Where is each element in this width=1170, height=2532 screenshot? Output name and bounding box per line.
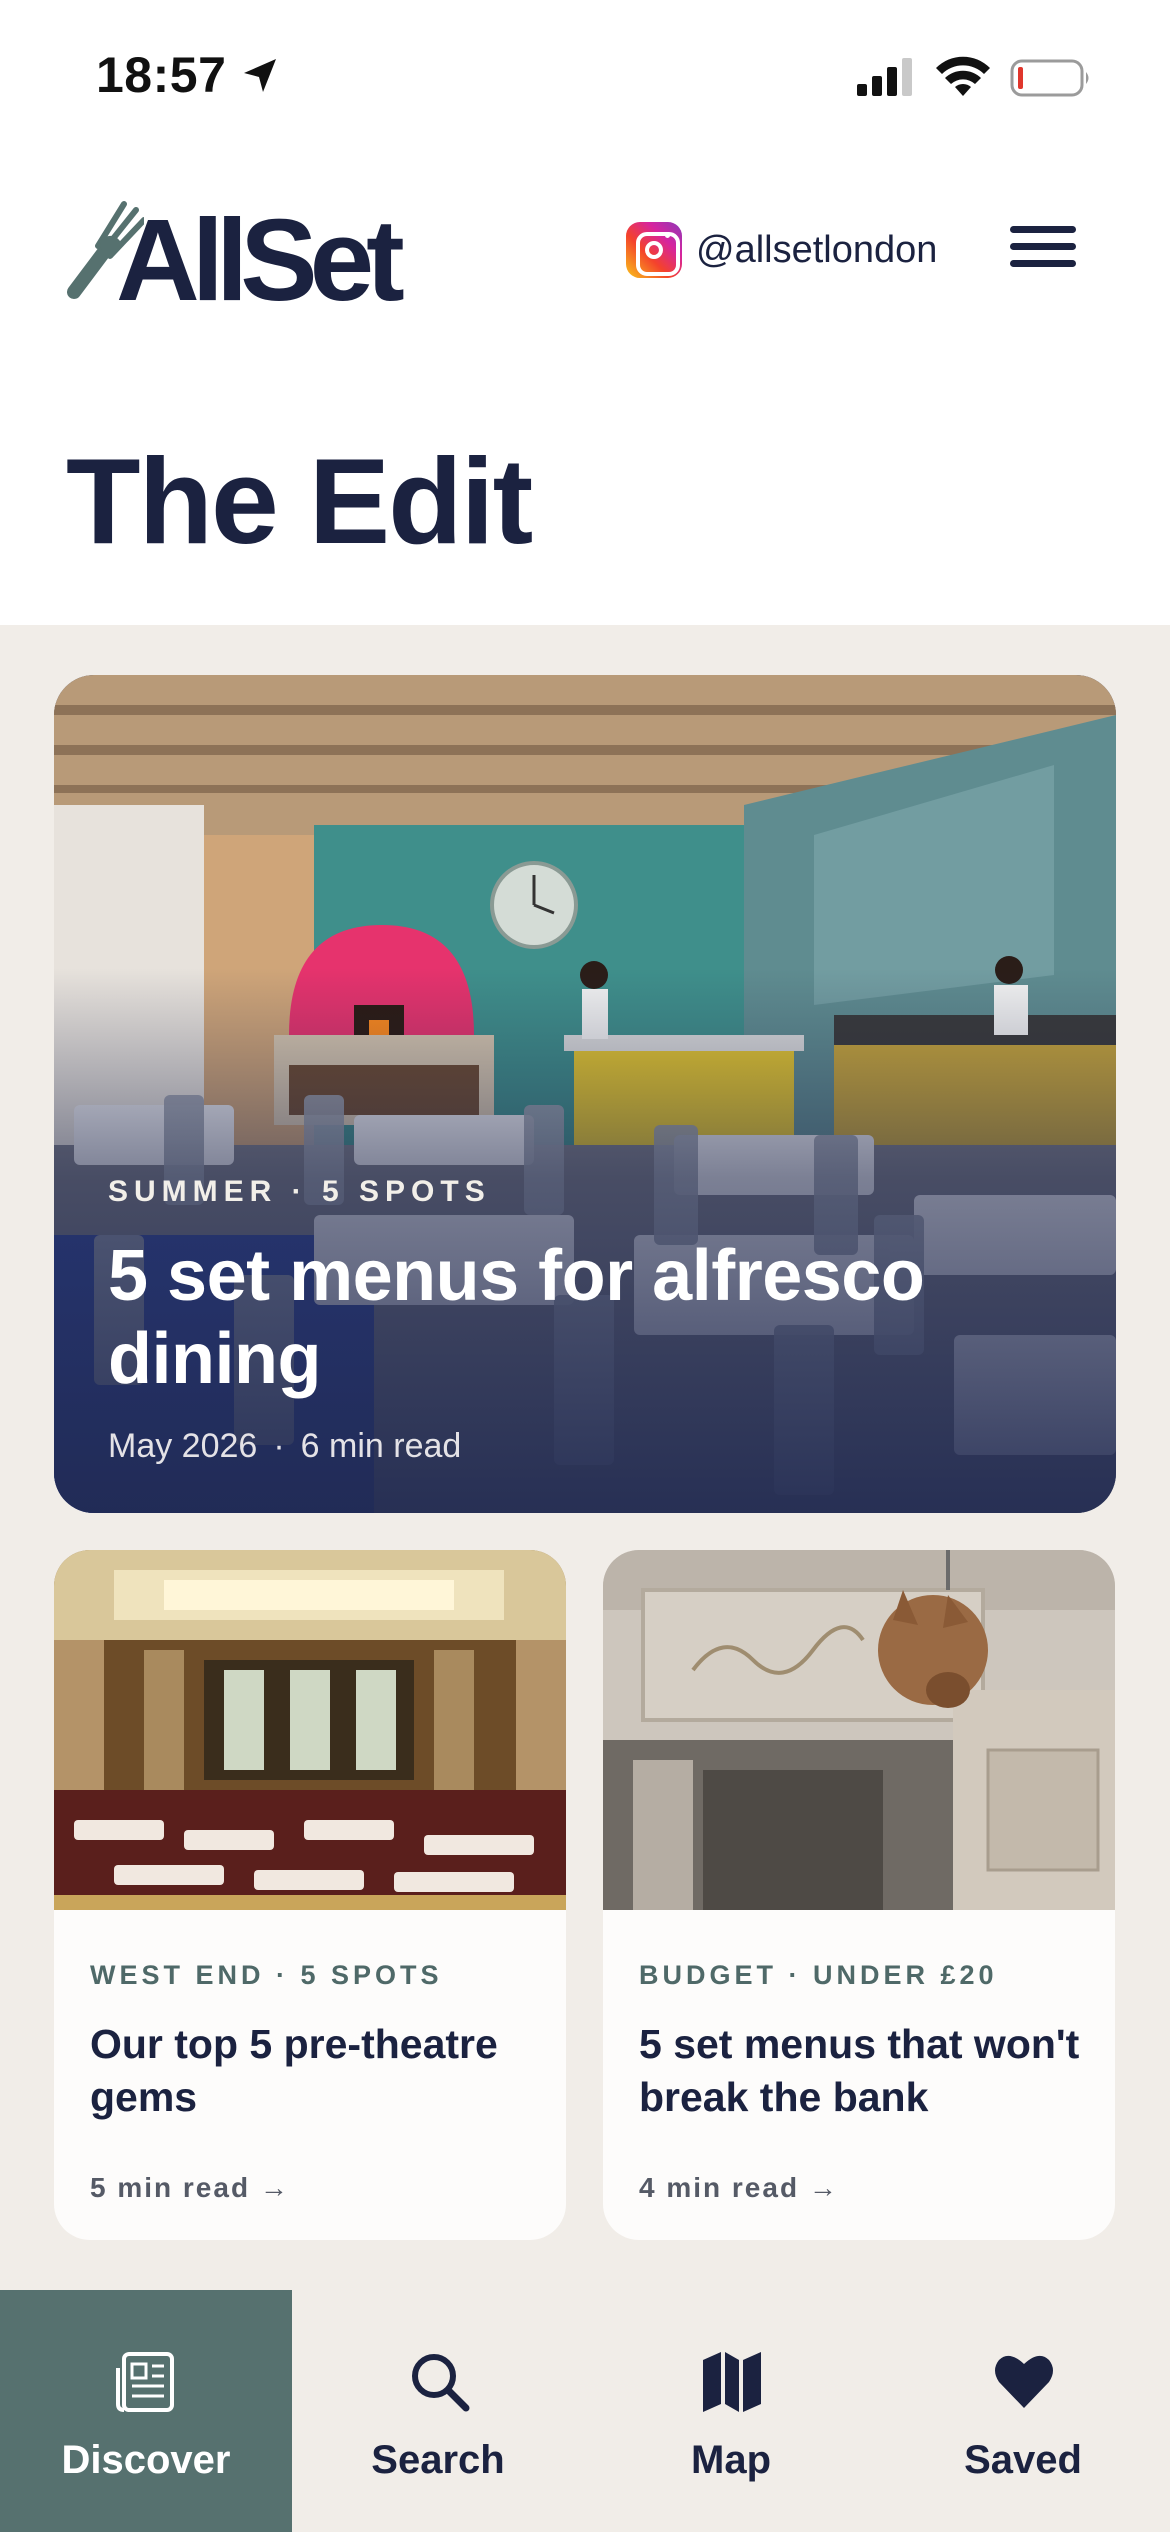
hero-title: 5 set menus for alfresco dining <box>108 1236 925 1399</box>
hero-eyebrow: SUMMER · 5 SPOTS <box>108 1175 491 1208</box>
status-time: 18:57 <box>96 47 227 103</box>
hero-read-time: 6 min read <box>300 1427 462 1465</box>
meta-separator: · <box>273 1427 285 1465</box>
article-card-budget[interactable]: BUDGET · UNDER £20 5 set menus that won'… <box>603 1550 1115 2240</box>
map-icon <box>703 2352 761 2412</box>
instagram-handle: @allsetlondon <box>696 228 938 271</box>
card-title: 5 set menus that won't break the bank <box>639 2021 1080 2121</box>
card-read-time: 5 min read → <box>90 2172 290 2203</box>
tab-discover[interactable]: Discover <box>0 2290 292 2532</box>
instagram-link[interactable]: @allsetlondon <box>626 222 937 278</box>
search-icon <box>412 2354 470 2412</box>
card-eyebrow: BUDGET · UNDER £20 <box>639 1960 998 1990</box>
cellular-signal-icon <box>857 58 912 96</box>
grand-dining-room-image <box>54 1550 566 1910</box>
card-title: Our top 5 pre-theatre gems <box>90 2021 498 2121</box>
tab-label: Discover <box>61 2438 231 2482</box>
card-read-time: 4 min read → <box>639 2172 839 2203</box>
newspaper-icon <box>116 2352 174 2412</box>
status-bar: 18:57 <box>0 0 1170 150</box>
hero-date: May 2026 <box>108 1427 258 1465</box>
article-feed: SUMMER · 5 SPOTS 5 set menus for alfresc… <box>0 625 1170 2290</box>
tab-label: Saved <box>964 2438 1082 2482</box>
bottom-tab-bar: Discover Search Map Saved <box>0 2290 1170 2532</box>
instagram-icon <box>626 222 682 278</box>
battery-icon <box>1010 59 1089 97</box>
allset-logo[interactable]: AllSet <box>64 180 424 318</box>
tab-map[interactable]: Map <box>585 2290 877 2532</box>
heart-icon <box>995 2355 1053 2408</box>
tab-label: Map <box>691 2438 771 2482</box>
tab-search[interactable]: Search <box>292 2290 584 2532</box>
featured-article-card[interactable]: SUMMER · 5 SPOTS 5 set menus for alfresc… <box>54 675 1116 1513</box>
app-header: AllSet @allsetlondon <box>0 150 1170 350</box>
logo-wordmark: AllSet <box>116 195 405 325</box>
article-card-pre-theatre[interactable]: WEST END · 5 SPOTS Our top 5 pre-theatre… <box>54 1550 566 2240</box>
hamburger-menu-icon[interactable] <box>1010 226 1076 276</box>
wifi-icon <box>936 56 990 96</box>
location-arrow-icon <box>244 59 276 92</box>
page-title: The Edit <box>66 433 533 569</box>
tab-saved[interactable]: Saved <box>877 2290 1169 2532</box>
card-eyebrow: WEST END · 5 SPOTS <box>90 1960 443 1990</box>
storefront-pig-sign-image <box>603 1550 1115 1910</box>
tab-label: Search <box>371 2438 505 2482</box>
hero-meta: May 2026 · 6 min read <box>108 1427 461 1466</box>
